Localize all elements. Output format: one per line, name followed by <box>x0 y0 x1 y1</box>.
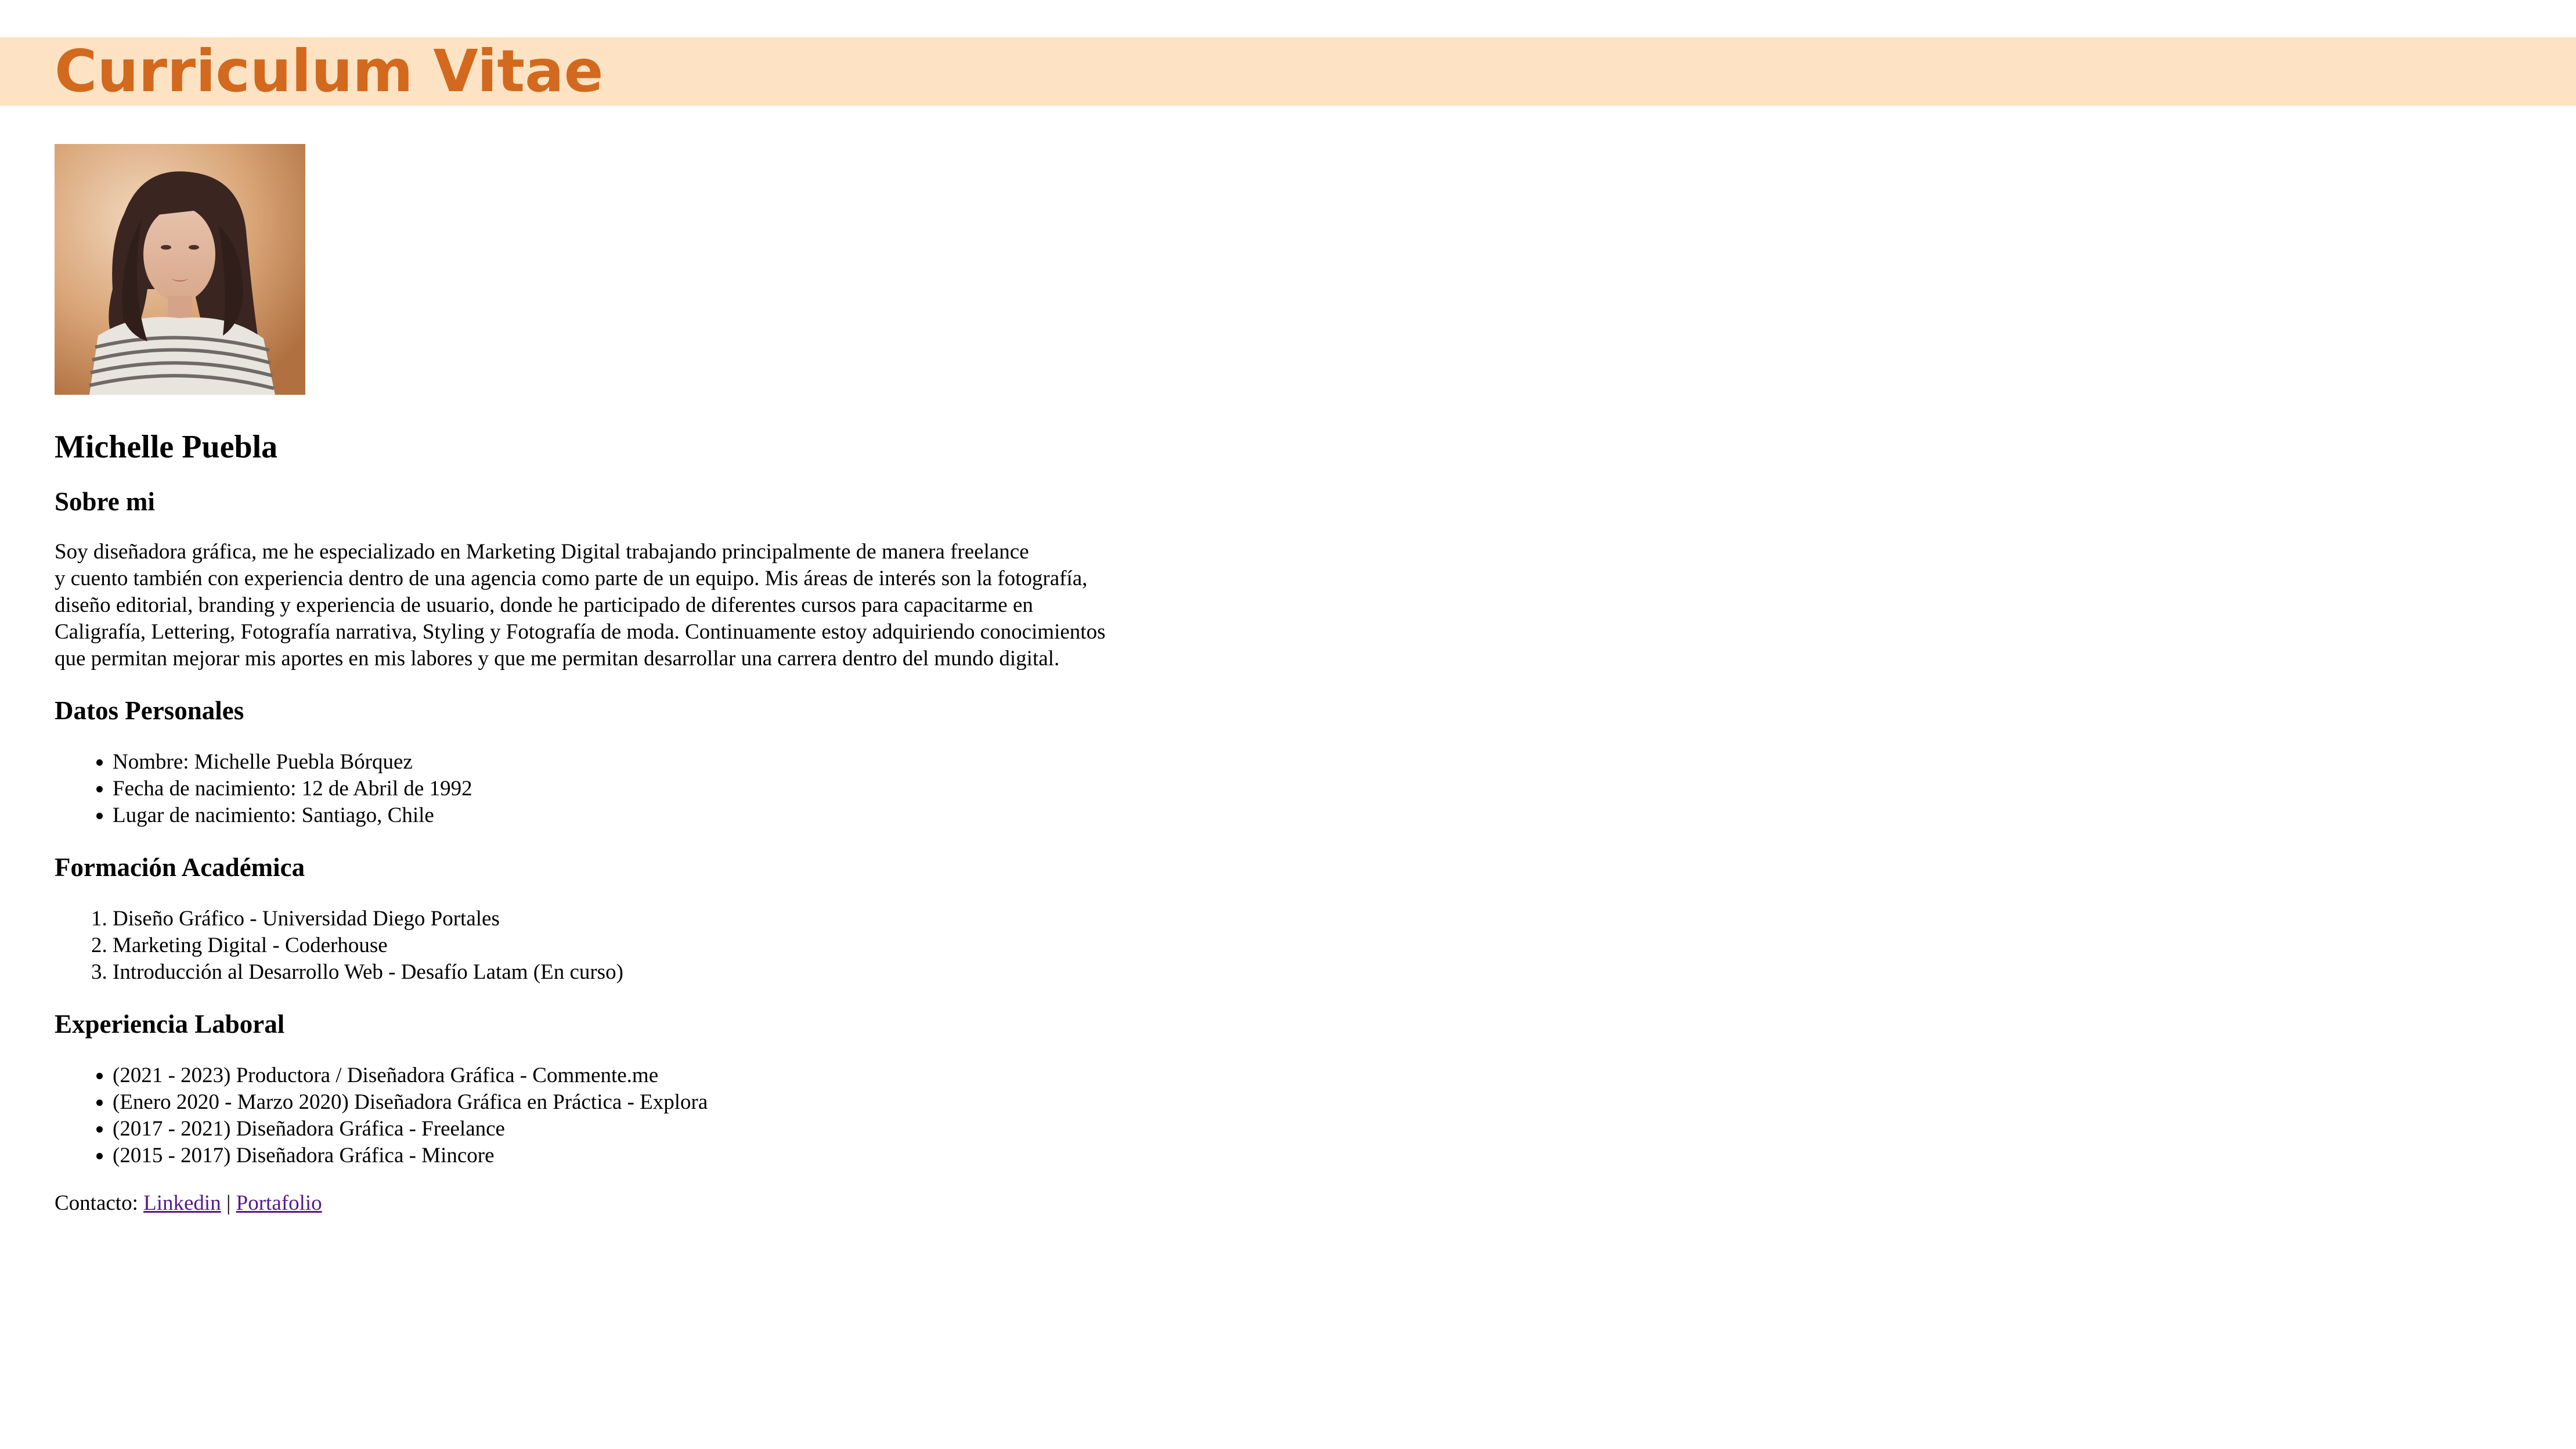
about-line: y cuento también con experiencia dentro … <box>55 567 1088 590</box>
about-line: diseño editorial, branding y experiencia… <box>55 593 1033 617</box>
about-heading: Sobre mi <box>55 487 155 516</box>
about-line: que permitan mejorar mis aportes en mis … <box>55 647 1060 671</box>
profile-photo <box>55 144 305 395</box>
education-list: Diseño Gráfico - Universidad Diego Porta… <box>55 906 1273 986</box>
about-paragraph: Soy diseñadora gráfica, me he especializ… <box>55 539 1273 672</box>
contact-label: Contacto: <box>55 1191 138 1215</box>
portfolio-link[interactable]: Portafolio <box>236 1191 322 1215</box>
list-item: Nombre: Michelle Puebla Bórquez <box>113 749 1273 776</box>
page-title: Curriculum Vitae <box>55 37 604 105</box>
list-item: (2017 - 2021) Diseñadora Gráfica - Freel… <box>113 1116 1273 1142</box>
contact-line: Contacto: Linkedin | Portafolio <box>55 1190 1273 1217</box>
list-item: (2021 - 2023) Productora / Diseñadora Gr… <box>113 1062 1273 1089</box>
list-item: Lugar de nacimiento: Santiago, Chile <box>113 802 1273 829</box>
list-item: Marketing Digital - Coderhouse <box>113 932 1273 959</box>
education-heading: Formación Académica <box>55 853 305 882</box>
list-item: (2015 - 2017) Diseñadora Gráfica - Minco… <box>113 1142 1273 1169</box>
about-line: Caligrafía, Lettering, Fotografía narrat… <box>55 620 1106 644</box>
list-item: Diseño Gráfico - Universidad Diego Porta… <box>113 906 1273 932</box>
personal-data-heading: Datos Personales <box>55 696 244 725</box>
personal-data-list: Nombre: Michelle Puebla Bórquez Fecha de… <box>55 749 1273 829</box>
linkedin-link[interactable]: Linkedin <box>143 1191 221 1215</box>
work-experience-list: (2021 - 2023) Productora / Diseñadora Gr… <box>55 1062 1273 1169</box>
list-item: Introducción al Desarrollo Web - Desafío… <box>113 959 1273 986</box>
page: Curriculum Vitae Michelle Puebla Sobre m… <box>0 0 2576 1449</box>
work-experience-heading: Experiencia Laboral <box>55 1010 285 1039</box>
about-line: Soy diseñadora gráfica, me he especializ… <box>55 540 1029 564</box>
person-name: Michelle Puebla <box>55 429 278 465</box>
list-item: (Enero 2020 - Marzo 2020) Diseñadora Grá… <box>113 1089 1273 1116</box>
contact-separator: | <box>226 1191 231 1215</box>
list-item: Fecha de nacimiento: 12 de Abril de 1992 <box>113 776 1273 802</box>
cv-content: Michelle Puebla Sobre mi Soy diseñadora … <box>55 144 1273 1217</box>
